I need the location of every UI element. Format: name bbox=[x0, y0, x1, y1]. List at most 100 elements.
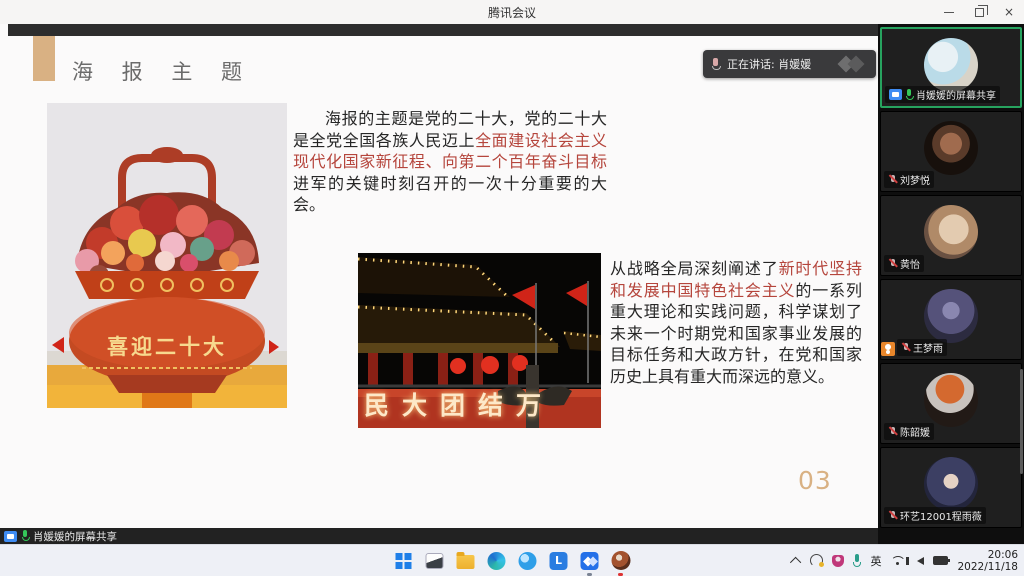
avatar bbox=[924, 205, 978, 259]
participant-label: 黄怡 bbox=[884, 255, 924, 272]
active-speaker-label: 正在讲话: 肖媛媛 bbox=[727, 56, 811, 72]
screen-share-icon bbox=[889, 89, 902, 100]
participant-label: 环艺12001程雨薇 bbox=[884, 507, 986, 524]
share-status-bar: 肖媛媛的屏幕共享 bbox=[0, 528, 878, 544]
mic-muted-icon bbox=[901, 342, 910, 354]
taskbar-icons: L bbox=[392, 545, 633, 576]
photos-app-button[interactable] bbox=[609, 549, 633, 573]
participant-tile[interactable]: 黄怡 bbox=[880, 195, 1022, 276]
paragraph2-text: 从战略全局深刻阐述了 bbox=[610, 259, 779, 278]
active-speaker-banner: 正在讲话: 肖媛媛 bbox=[703, 50, 876, 78]
pink-app-icon bbox=[832, 555, 844, 567]
wifi-button[interactable] bbox=[890, 556, 904, 566]
participant-label: 王梦雨 bbox=[897, 339, 947, 356]
participant-tile[interactable]: 肖媛媛的屏幕共享 bbox=[880, 27, 1022, 108]
shared-screen: 海 报 主 题 正在讲话: 肖媛媛 bbox=[0, 24, 878, 544]
participant-name: 刘梦悦 bbox=[900, 172, 930, 187]
participant-name: 王梦雨 bbox=[913, 340, 943, 355]
window-title: 腾讯会议 bbox=[488, 4, 536, 21]
windows-logo-icon bbox=[396, 553, 412, 569]
share-status-label: 肖媛媛的屏幕共享 bbox=[33, 529, 117, 544]
mic-on-icon bbox=[21, 530, 29, 542]
screen: 腾讯会议 × 海 报 主 题 正在讲话: 肖媛媛 bbox=[0, 0, 1024, 576]
participant-name: 陈韶媛 bbox=[900, 424, 930, 439]
avatar bbox=[924, 373, 978, 427]
sidebar-scrollbar[interactable] bbox=[1020, 369, 1023, 474]
window-titlebar: 腾讯会议 × bbox=[0, 0, 1024, 24]
gate-slogan-text: 民大团结万 bbox=[358, 386, 601, 422]
window-controls: × bbox=[934, 0, 1024, 24]
participant-tile[interactable]: 环艺12001程雨薇 bbox=[880, 447, 1022, 528]
volume-button[interactable] bbox=[913, 557, 924, 565]
chevron-up-icon bbox=[790, 556, 801, 567]
participant-tile[interactable]: 王梦雨 bbox=[880, 279, 1022, 360]
slide-letterbox-top bbox=[8, 24, 878, 36]
flower-basket-illustration bbox=[47, 103, 287, 408]
participant-name: 肖媛媛的屏幕共享 bbox=[916, 87, 996, 102]
paragraph1-text-end: 进军的关键时刻召开的一次十分重要的大会。 bbox=[293, 174, 607, 215]
flower-basket-image: 喜迎二十大 bbox=[47, 103, 287, 408]
slide-paragraph-1: 海报的主题是党的二十大，党的二十大是全党全国各族人民迈上全面建设社会主义现代化国… bbox=[293, 108, 607, 216]
browser-button[interactable] bbox=[516, 549, 540, 573]
mic-on-icon bbox=[905, 89, 913, 101]
wifi-icon bbox=[890, 556, 904, 566]
avatar bbox=[924, 457, 978, 511]
battery-button[interactable] bbox=[933, 556, 948, 565]
folder-icon bbox=[457, 555, 475, 569]
mic-muted-icon bbox=[888, 258, 897, 270]
close-button[interactable]: × bbox=[994, 0, 1024, 24]
participants-sidebar: 肖媛媛的屏幕共享 刘梦悦 黄怡 王梦雨 bbox=[878, 24, 1024, 544]
network-warning-icon bbox=[881, 342, 895, 356]
l-app-button[interactable]: L bbox=[547, 549, 571, 573]
task-view-icon bbox=[426, 553, 444, 569]
l-app-icon: L bbox=[550, 552, 568, 570]
app-tray-button[interactable] bbox=[832, 555, 844, 567]
clock[interactable]: 20:06 2022/11/18 bbox=[957, 549, 1018, 573]
speaker-icon bbox=[917, 557, 924, 565]
tiananmen-night-image: 民大团结万 bbox=[358, 253, 601, 428]
clock-time: 20:06 bbox=[957, 549, 1018, 561]
avatar bbox=[924, 121, 978, 175]
minimize-button[interactable] bbox=[934, 0, 964, 24]
task-view-button[interactable] bbox=[423, 549, 447, 573]
microphone-icon bbox=[853, 554, 861, 567]
title-accent-block bbox=[33, 36, 55, 81]
system-tray: 英 20:06 2022/11/18 bbox=[793, 545, 1018, 576]
speaker-mic-icon bbox=[711, 58, 720, 71]
banner-decoration-icon bbox=[838, 56, 868, 72]
participant-tile[interactable]: 刘梦悦 bbox=[880, 111, 1022, 192]
restore-icon bbox=[975, 8, 984, 17]
mic-muted-icon bbox=[888, 510, 897, 522]
screen-share-icon bbox=[4, 531, 17, 542]
battery-icon bbox=[933, 556, 948, 565]
sync-icon bbox=[810, 554, 823, 567]
participant-label: 陈韶媛 bbox=[884, 423, 934, 440]
participant-name: 环艺12001程雨薇 bbox=[900, 508, 982, 523]
avatar bbox=[924, 289, 978, 343]
ime-language-label: 英 bbox=[870, 553, 881, 569]
restore-button[interactable] bbox=[964, 0, 994, 24]
file-explorer-button[interactable] bbox=[454, 549, 478, 573]
minimize-icon bbox=[944, 12, 954, 13]
start-button[interactable] bbox=[392, 549, 416, 573]
participant-name: 黄怡 bbox=[900, 256, 920, 271]
taskbar: L 英 20:06 2022/11/18 bbox=[0, 544, 1024, 576]
ime-language-button[interactable]: 英 bbox=[870, 553, 881, 569]
tencent-meeting-icon bbox=[581, 552, 599, 570]
basket-slogan-text: 喜迎二十大 bbox=[107, 331, 227, 361]
participant-tile[interactable]: 陈韶媛 bbox=[880, 363, 1022, 444]
mic-muted-icon bbox=[888, 174, 897, 186]
hidden-icons-button[interactable] bbox=[793, 557, 801, 565]
edge-icon bbox=[488, 552, 506, 570]
tencent-meeting-button[interactable] bbox=[578, 549, 602, 573]
participant-label: 刘梦悦 bbox=[884, 171, 934, 188]
sync-tray-button[interactable] bbox=[810, 554, 823, 567]
slide-paragraph-2: 从战略全局深刻阐述了新时代坚持和发展中国特色社会主义的一系列重大理论和实践问题，… bbox=[610, 258, 862, 387]
mic-muted-icon bbox=[888, 426, 897, 438]
participant-label: 肖媛媛的屏幕共享 bbox=[885, 86, 1000, 103]
slide-title: 海 报 主 题 bbox=[72, 56, 253, 86]
edge-button[interactable] bbox=[485, 549, 509, 573]
microphone-tray-button[interactable] bbox=[853, 554, 861, 567]
photos-app-icon bbox=[611, 551, 630, 570]
browser-icon bbox=[519, 552, 537, 570]
